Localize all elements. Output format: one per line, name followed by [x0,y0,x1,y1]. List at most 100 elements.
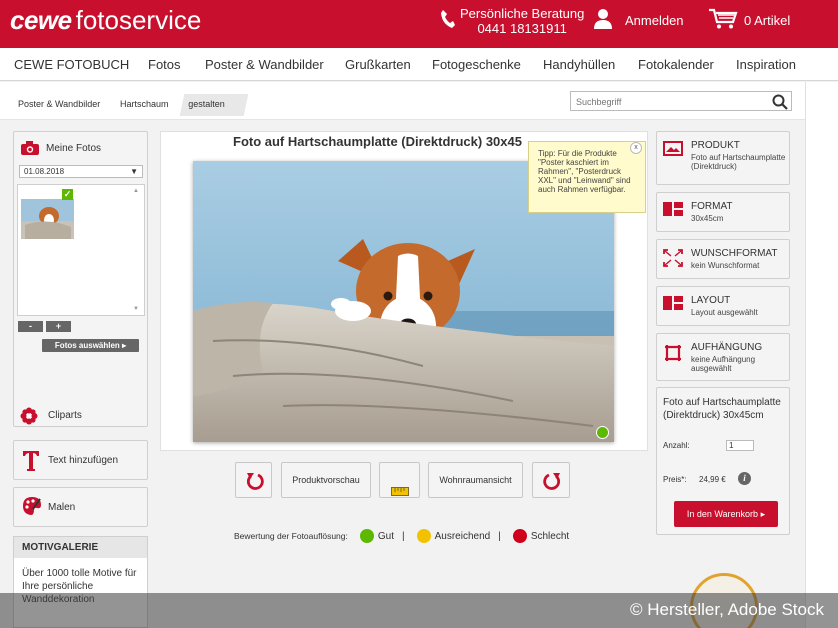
rating-good-icon [359,529,374,543]
rating-label: Bewertung der Fotoauflösung: [234,531,348,541]
hotline[interactable]: Persönliche Beratung 0441 18131911 [440,6,584,36]
hanging-option-value: keine Aufhängung ausgewählt [691,355,756,373]
rating-good-label: Gut [377,530,395,542]
nav-item-fotokalender[interactable]: Fotokalender [638,57,714,72]
paint-palette-icon [22,496,42,521]
hotline-number: 0441 18131911 [477,21,567,36]
breadcrumb-current-label: gestalten [188,99,225,109]
layout-option-title: LAYOUT [691,295,731,306]
format-option[interactable]: FORMAT 30x45cm [656,192,790,232]
select-photos-label: Fotos auswählen [54,341,120,350]
shopping-cart-icon [708,8,738,33]
cewe-logo[interactable]: cewe fotoservice [10,5,201,36]
select-photos-button[interactable]: Fotos auswählen ▸ [42,339,139,352]
text-icon [22,450,40,477]
rating-bad-label: Schlecht [530,530,570,542]
product-option[interactable]: PRODUKT Foto auf Hartschaumplatte (Direk… [656,131,790,185]
quantity-label: Anzahl: [663,441,690,450]
zoom-in-button[interactable]: + [46,321,71,332]
rating-separator: | [498,530,501,542]
resolution-rating: Bewertung der Fotoauflösung: Gut | Ausre… [234,527,569,545]
chevron-down-icon: ▼ [130,167,138,176]
nav-item-fotogeschenke[interactable]: Fotogeschenke [432,57,521,72]
hanging-option-title: AUFHÄNGUNG [691,342,763,353]
format-option-value: 30x45cm [691,214,724,223]
custom-format-option[interactable]: WUNSCHFORMAT kein Wunschformat [656,239,790,279]
motif-gallery-title: MOTIVGALERIE [14,537,147,558]
rating-bad-icon [512,529,527,543]
custom-format-option-value: kein Wunschformat [691,261,760,270]
info-icon[interactable]: i [738,472,751,485]
scroll-down-icon[interactable]: ▼ [133,306,139,312]
add-text-label: Text hinzufügen [48,455,119,466]
product-option-title: PRODUKT [691,140,740,151]
scroll-up-icon[interactable]: ▲ [133,188,139,194]
rotate-left-icon [245,471,265,505]
zoom-out-button[interactable]: - [18,321,43,332]
date-select-value: 01.08.2018 [24,167,65,176]
hanging-option[interactable]: AUFHÄNGUNG keine Aufhängung ausgewählt [656,333,790,381]
paint-label: Malen [48,502,76,513]
rotate-right-button[interactable] [532,462,570,498]
breadcrumb-item-poster[interactable]: Poster & Wandbilder [12,94,106,116]
chevron-right-icon: ▸ [122,341,127,350]
photo-thumbnail[interactable] [21,199,74,239]
cliparts-label[interactable]: Cliparts [48,410,82,421]
resolution-ok-icon [596,426,609,439]
image-credit-overlay: © Hersteller, Adobe Stock [0,593,838,628]
room-view-label: Wohnraumansicht [439,475,512,485]
cart-count: 0 Artikel [744,13,791,28]
layout-option[interactable]: LAYOUT Layout ausgewählt [656,286,790,326]
nav-item-poster[interactable]: Poster & Wandbilder [205,57,324,72]
quantity-input[interactable]: 1 [726,440,754,451]
product-image-icon [663,141,683,161]
nav-item-handyhuellen[interactable]: Handyhüllen [543,57,615,72]
order-summary: Foto auf Hartschaumplatte (Direktdruck) … [656,387,790,535]
layout-icon [663,296,683,315]
measure-button[interactable] [379,462,420,498]
right-gutter [805,82,838,628]
ruler-icon [391,476,409,510]
rotate-right-icon [542,471,562,505]
search-input[interactable] [571,93,761,111]
breadcrumb-item-hartschaum[interactable]: Hartschaum [114,94,175,116]
resize-icon [663,249,683,272]
rating-separator: | [402,530,405,542]
price-value: 24,99 € [699,475,726,484]
my-photos-title: Meine Fotos [46,143,102,154]
room-view-button[interactable]: Wohnraumansicht [428,462,523,498]
search-icon[interactable] [772,94,788,115]
user-icon [593,8,613,33]
frame-hook-icon [663,343,683,366]
nav-item-grusskarten[interactable]: Grußkarten [345,57,411,72]
nav-item-inspiration[interactable]: Inspiration [736,57,796,72]
paint-button[interactable]: Malen [13,487,148,527]
summary-title: Foto auf Hartschaumplatte (Direktdruck) … [663,397,781,421]
cart-link[interactable]: 0 Artikel [708,8,790,33]
my-photos-panel: Meine Fotos 01.08.2018 ▼ ✓ ▲ ▼ - + Fotos… [13,131,148,427]
nav-item-fotobuch[interactable]: CEWE FOTOBUCH [14,57,129,72]
add-to-cart-label: In den Warenkorb [686,509,759,519]
top-header: cewe fotoservice Persönliche Beratung 044… [0,0,838,48]
nav-item-fotos[interactable]: Fotos [148,57,181,72]
format-option-title: FORMAT [691,201,733,212]
main-nav: CEWE FOTOBUCH Fotos Poster & Wandbilder … [0,48,838,81]
page: cewe fotoservice Persönliche Beratung 044… [0,0,838,628]
add-text-button[interactable]: Text hinzufügen [13,440,148,480]
layout-option-value: Layout ausgewählt [691,308,758,317]
date-select[interactable]: 01.08.2018 ▼ [19,165,143,178]
login-link[interactable]: Anmelden [593,8,684,33]
product-preview-button[interactable]: Produktvorschau [281,462,371,498]
rotate-left-button[interactable] [235,462,272,498]
search-box [570,91,792,111]
rating-ok-icon [416,529,431,543]
tip-close-button[interactable]: x [630,142,642,154]
add-to-cart-button[interactable]: In den Warenkorb ▸ [674,501,778,527]
rating-ok-label: Ausreichend [434,530,491,542]
format-icon [663,202,683,221]
chevron-right-icon: ▸ [760,509,766,519]
product-title: Foto auf Hartschaumplatte (Direktdruck) … [233,134,522,149]
photo-list[interactable]: ✓ ▲ ▼ [17,184,145,316]
login-label: Anmelden [625,13,684,28]
image-credit: © Hersteller, Adobe Stock [630,600,824,619]
